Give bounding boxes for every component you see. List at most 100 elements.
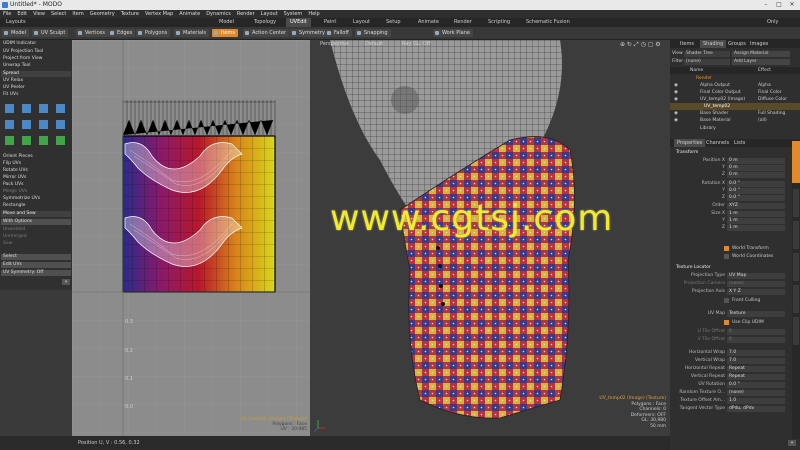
- tree-row[interactable]: ◉ Base Shader Full Shading: [670, 110, 800, 117]
- side-tab-morph[interactable]: [793, 285, 799, 313]
- projection-axis-toggle[interactable]: Projection Axis X Y Z: [670, 288, 800, 295]
- tab-topology[interactable]: Topology: [250, 18, 280, 27]
- materials-button[interactable]: Materials: [174, 29, 209, 37]
- tab-shading[interactable]: Shading: [700, 40, 727, 48]
- uv-rotation-field[interactable]: UV Rotation 0.0 °: [670, 381, 800, 388]
- flip-uvs-button[interactable]: Flip UVs: [1, 161, 71, 167]
- checkbox-icon[interactable]: [724, 246, 729, 251]
- rotation-y-field[interactable]: Y 0.0 °: [670, 187, 800, 194]
- taper-icon[interactable]: [39, 120, 48, 129]
- size-y-field[interactable]: Y1 m: [670, 217, 800, 224]
- tangent-vector-type-dropdown[interactable]: Tangent Vector Type dPdu, dPdv: [670, 405, 800, 412]
- menu-help[interactable]: Help: [308, 10, 319, 18]
- expand-panel-button[interactable]: »: [62, 279, 70, 285]
- tab-channels[interactable]: Channels: [706, 140, 729, 146]
- use-clip-udim-checkbox[interactable]: Use Clip UDIM: [670, 319, 800, 326]
- rotation-z-field[interactable]: Z 0.0 °: [670, 194, 800, 201]
- edit-uvs-dropdown[interactable]: Edit UVs: [1, 262, 71, 268]
- add-layer-button[interactable]: Add Layer: [732, 58, 790, 65]
- size-z-field[interactable]: Z1 m: [670, 224, 800, 231]
- shader-tree-dropdown[interactable]: Shader Tree: [684, 50, 730, 57]
- edges-button[interactable]: Edges: [108, 29, 136, 37]
- eye-icon[interactable]: ◉: [674, 117, 678, 124]
- uv-sculpt-button[interactable]: UV Sculpt: [32, 29, 69, 37]
- projection-type-dropdown[interactable]: Projection Type UV Map: [670, 272, 800, 279]
- move-icon[interactable]: [5, 104, 14, 113]
- fit-uvs-button[interactable]: Fit UVs: [1, 92, 71, 98]
- merge-uvs-button[interactable]: Merge UVs: [1, 189, 71, 195]
- uv-editor-viewport[interactable]: 0.3 0.2 0.1 0.0 UV_temp02 (Image) (Textu…: [72, 40, 310, 436]
- menu-file[interactable]: File: [3, 10, 11, 18]
- menu-animate[interactable]: Animate: [179, 10, 200, 18]
- side-tab-tools[interactable]: [793, 317, 799, 345]
- viewport-raygl-label[interactable]: Ray GL: Off: [402, 41, 430, 47]
- side-tab-texture-locator[interactable]: [792, 141, 800, 183]
- tab-uvedit[interactable]: UVEdit: [286, 18, 311, 27]
- eye-icon[interactable]: ◉: [674, 110, 678, 117]
- uv-symmetry-dropdown[interactable]: UV Symmetry: Off: [1, 270, 71, 276]
- v-tile-offset-field[interactable]: V Tile Offset 0: [670, 336, 800, 343]
- falloff-button[interactable]: Falloff: [325, 29, 352, 37]
- checkbox-icon[interactable]: [724, 320, 729, 325]
- eye-icon[interactable]: ◉: [674, 96, 678, 103]
- udim-indicator-button[interactable]: UDIM Indicator: [1, 41, 71, 47]
- side-tab-mesh[interactable]: [793, 221, 799, 249]
- tab-images[interactable]: Images: [750, 41, 768, 47]
- work-plane-button[interactable]: Work Plane: [433, 29, 473, 37]
- side-tab-item[interactable]: [793, 189, 799, 217]
- menu-layout[interactable]: Layout: [261, 10, 278, 18]
- tree-row[interactable]: ◉ UV_temp02 (Image) Diffuse Color: [670, 96, 800, 103]
- pack-uvs-button[interactable]: Pack UVs: [1, 182, 71, 188]
- col-name[interactable]: Name: [690, 67, 703, 74]
- menu-texture[interactable]: Texture: [121, 10, 139, 18]
- tab-lists[interactable]: Lists: [734, 140, 745, 146]
- side-tab-uv[interactable]: [793, 253, 799, 281]
- position-y-field[interactable]: Y0 m: [670, 164, 800, 171]
- checkbox-icon[interactable]: [724, 254, 729, 259]
- tab-setup[interactable]: Setup: [382, 18, 405, 27]
- filter-dropdown[interactable]: (none): [684, 58, 730, 65]
- world-coordinates-checkbox[interactable]: World Coordinates: [670, 253, 800, 260]
- stretch-icon[interactable]: [56, 104, 65, 113]
- layouts-dropdown[interactable]: Layouts: [2, 18, 30, 27]
- tree-row[interactable]: Library: [670, 125, 800, 132]
- tab-model[interactable]: Model: [215, 18, 238, 27]
- tab-render[interactable]: Render: [450, 18, 476, 27]
- maximize-icon[interactable]: □: [773, 0, 785, 10]
- eye-icon[interactable]: ◉: [674, 89, 678, 96]
- horizontal-repeat-dropdown[interactable]: Horizontal Repeat Repeat: [670, 365, 800, 372]
- orient-pieces-button[interactable]: Orient Pieces: [1, 154, 71, 160]
- vertices-button[interactable]: Vertices: [76, 29, 108, 37]
- tree-row[interactable]: ◉ Final Color Output Final Color: [670, 89, 800, 96]
- uv-peeler-button[interactable]: UV Peeler: [1, 85, 71, 91]
- tree-row-selected[interactable]: UV_temp02: [670, 103, 800, 110]
- col-effect[interactable]: Effect: [758, 67, 771, 74]
- scale-icon[interactable]: [39, 104, 48, 113]
- uv-map-dropdown[interactable]: UV Map Texture: [670, 310, 800, 317]
- position-x-field[interactable]: Position X0 m: [670, 157, 800, 164]
- texture-locator-header[interactable]: Texture Locator: [670, 264, 800, 271]
- world-transform-checkbox[interactable]: World Transform: [670, 245, 800, 252]
- items-button[interactable]: Items: [212, 29, 238, 37]
- tab-items[interactable]: Items: [680, 41, 694, 47]
- bend-icon[interactable]: [56, 120, 65, 129]
- project-from-view-button[interactable]: Project from View: [1, 56, 71, 62]
- model-mode-button[interactable]: Model: [2, 29, 30, 37]
- shear-icon[interactable]: [5, 120, 14, 129]
- sew-button[interactable]: Sew: [1, 241, 71, 247]
- tab-paint[interactable]: Paint: [320, 18, 340, 27]
- viewport-nav-icons[interactable]: ⊕ ↻ ⤢ ◷ ▢ ⚙: [620, 41, 661, 49]
- tab-scripting[interactable]: Scripting: [484, 18, 514, 27]
- symmetry-button[interactable]: Symmetry: [290, 29, 328, 37]
- vertical-wrap-field[interactable]: Vertical Wrap 7.0: [670, 357, 800, 364]
- transform-header[interactable]: Transform: [670, 149, 800, 156]
- viewport-style-label[interactable]: Default: [365, 41, 383, 47]
- action-center-button[interactable]: Action Center: [243, 29, 290, 37]
- size-x-field[interactable]: Size X1 m: [670, 210, 800, 217]
- rotate-icon[interactable]: [22, 104, 31, 113]
- tree-row[interactable]: ◉ Base Material (all): [670, 117, 800, 124]
- rectangle-button[interactable]: Rectangle: [1, 203, 71, 209]
- close-icon[interactable]: ✕: [786, 0, 798, 10]
- eye-icon[interactable]: ◉: [674, 82, 678, 89]
- only-toggle[interactable]: Only: [763, 18, 782, 27]
